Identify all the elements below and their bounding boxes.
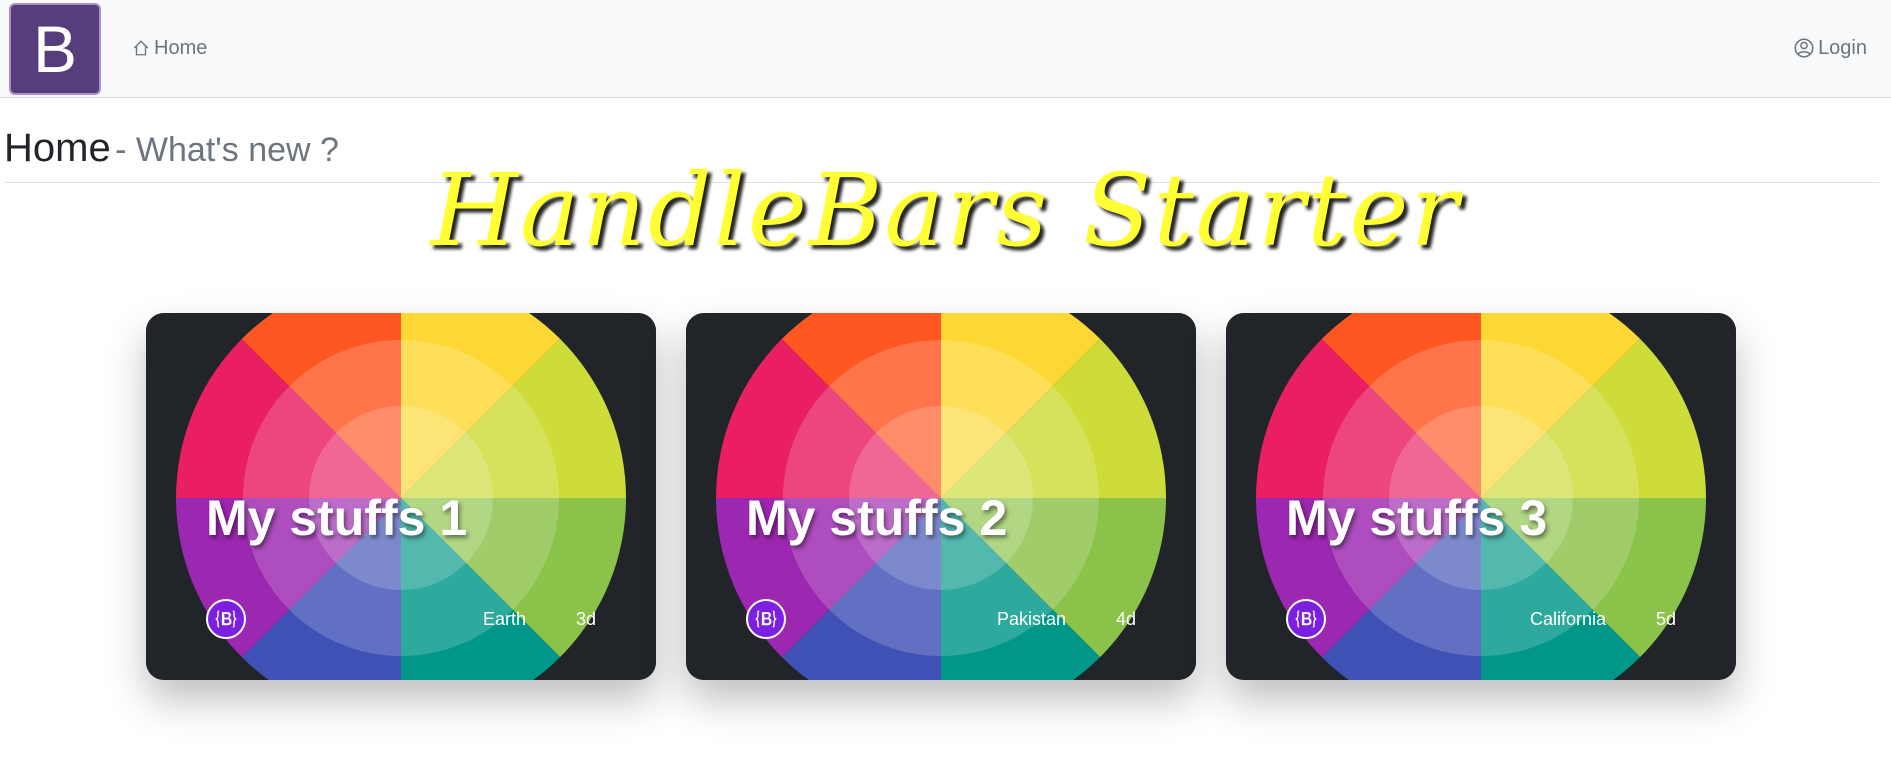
bootstrap-logo-icon [206,599,246,639]
nav-home-label: Home [154,36,208,59]
house-icon [133,40,149,56]
card-title: My stuffs 3 [1286,490,1548,546]
card-location: Earth [482,609,526,629]
card-age: 5d [1655,609,1676,629]
hero-title: HandleBars Starter [430,152,1461,269]
nav-home-link[interactable]: Home [132,36,207,60]
card-title: My stuffs 2 [746,490,1008,546]
card-age: 4d [1115,609,1136,629]
person-circle-icon [1794,38,1814,58]
card-title: My stuffs 1 [206,490,468,546]
card-age: 3d [575,609,596,629]
post-card[interactable]: My stuffs 3 California 5d [1226,313,1736,680]
navbar: B Home Login [0,0,1891,98]
bootstrap-logo-icon [1286,599,1326,639]
nav-login-label: Login [1818,36,1867,59]
post-card[interactable]: My stuffs 2 Pakistan 4d [686,313,1196,680]
bootstrap-logo-icon [746,599,786,639]
post-card[interactable]: My stuffs 1 Earth 3d [146,313,656,680]
brand-logo[interactable]: B [9,3,101,95]
card-location: California [1529,609,1606,629]
nav-login-link[interactable]: Login [1794,36,1867,60]
card-location: Pakistan [996,609,1066,629]
